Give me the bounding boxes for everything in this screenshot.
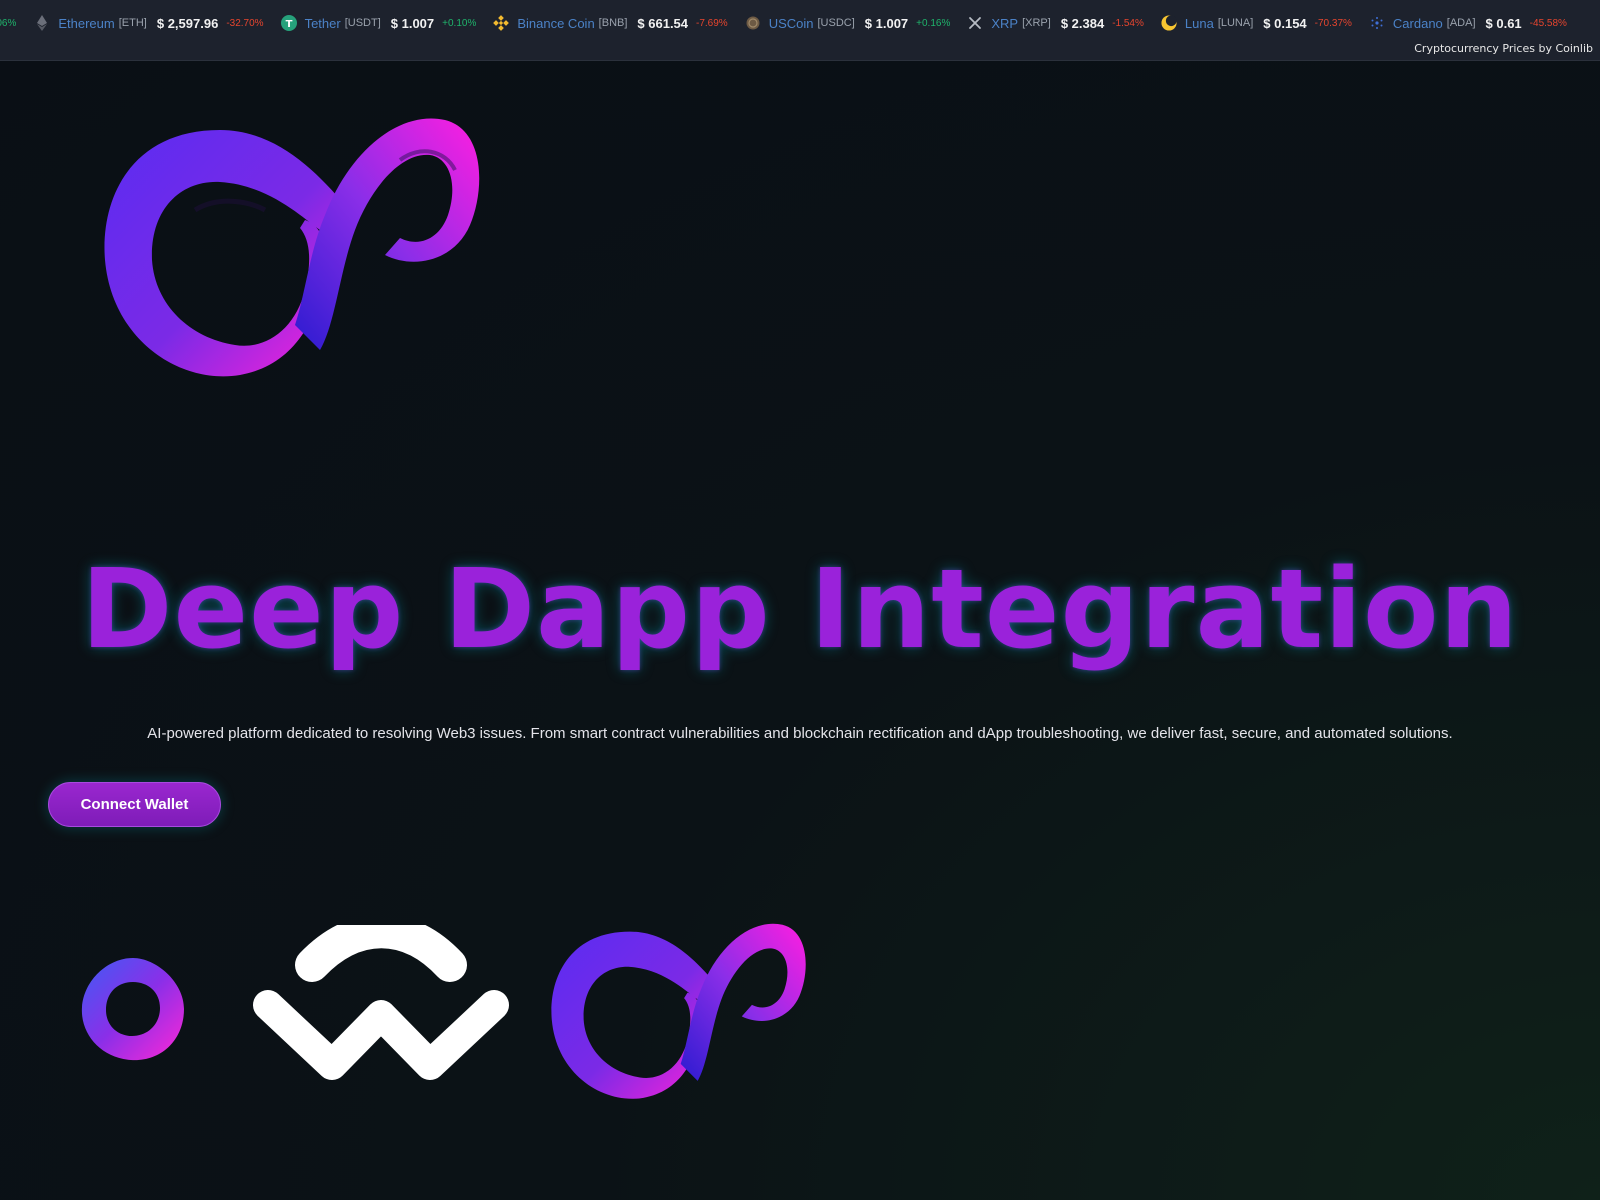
coin-name: Tether [304,15,341,31]
coin-name: USCoin [768,15,814,31]
coin-name: XRP [991,15,1019,31]
tether-icon: T [280,15,297,31]
ticker-coin-uscoin[interactable]: USCoin [USDC] $ 1.007 +0.16% [745,15,951,31]
ticker-leading-change: 0.06% [0,17,17,29]
xrp-icon [967,15,983,31]
coin-symbol: [BNB] [598,17,628,29]
coin-price: $ 2.384 [1060,15,1105,31]
ticker-coin-luna[interactable]: Luna [LUNA] $ 0.154 -70.37% [1161,15,1352,31]
luna-icon [1161,15,1177,31]
coin-name: Cardano [1392,15,1443,31]
hero-headline: Deep Dapp Integration [81,544,1519,673]
infinity-brand-icon [538,918,820,1108]
uscoin-icon [745,15,761,31]
coin-change: +0.16% [916,17,951,29]
ring-logo-icon [76,952,190,1066]
coin-symbol: [USDC] [817,17,855,29]
binance-icon [493,15,510,31]
coin-name: Luna [1184,15,1214,31]
ticker-coin-ethereum[interactable]: Ethereum [ETH] $ 2,597.96 -32.70% [34,15,264,31]
coin-change: -1.54% [1112,17,1144,29]
coin-symbol: [XRP] [1022,17,1051,29]
connect-wallet-button[interactable]: Connect Wallet [48,782,221,827]
coin-symbol: [ADA] [1446,17,1476,29]
coin-symbol: [ETH] [118,17,147,29]
coin-price: $ 661.54 [637,15,689,31]
infinity-logo [100,110,485,390]
ethereum-icon [34,15,50,31]
coinlib-credit-link[interactable]: Cryptocurrency Prices by Coinlib [1414,42,1593,55]
coin-symbol: [USDT] [344,17,381,29]
coin-price: $ 2,597.96 [156,15,219,31]
coin-change: +0.10% [442,17,477,29]
coin-price: $ 1.007 [390,15,435,31]
ticker-coin-cardano[interactable]: Cardano [ADA] $ 0.61 -45.58% [1369,15,1567,31]
coin-change: -7.69% [696,17,728,29]
coin-symbol: [LUNA] [1217,17,1254,29]
cardano-icon [1369,15,1385,31]
ticker-coin-tether[interactable]: T Tether [USDT] $ 1.007 +0.10% [280,15,477,31]
coin-price: $ 0.154 [1263,15,1307,31]
walletconnect-logo-icon [250,914,512,1080]
ticker-coin-xrp[interactable]: XRP [XRP] $ 2.384 -1.54% [967,15,1144,31]
ticker-coin-binance[interactable]: Binance Coin [BNB] $ 661.54 -7.69% [493,15,728,31]
coin-change: -32.70% [226,17,264,29]
ticker-row: 0.06% Ethereum [ETH] $ 2,597.96 -32.70% … [0,12,1584,34]
svg-text:T: T [285,19,292,30]
coin-price: $ 0.61 [1485,15,1522,31]
crypto-price-ticker: 0.06% Ethereum [ETH] $ 2,597.96 -32.70% … [0,0,1600,61]
hero-description: AI-powered platform dedicated to resolvi… [147,725,1453,742]
coin-change: -70.37% [1314,17,1352,29]
coin-price: $ 1.007 [864,15,909,31]
coin-change: -45.58% [1529,17,1567,29]
coin-name: Binance Coin [517,15,595,31]
coin-name: Ethereum [58,15,115,31]
